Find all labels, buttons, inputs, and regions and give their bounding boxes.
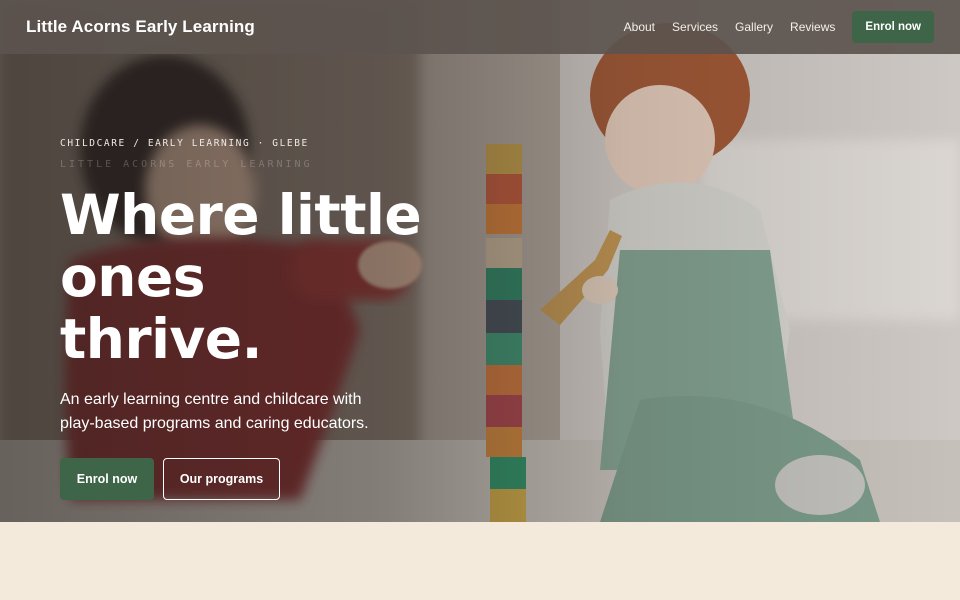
headline-line-2: thrive. bbox=[60, 307, 262, 371]
enrol-now-button[interactable]: Enrol now bbox=[60, 458, 154, 500]
site-header: Little Acorns Early Learning About Servi… bbox=[0, 0, 960, 54]
hero-ghost-text: LITTLE ACORNS EARLY LEARNING bbox=[60, 159, 313, 170]
our-programs-button[interactable]: Our programs bbox=[163, 458, 280, 500]
next-section bbox=[0, 522, 960, 600]
main-nav: About Services Gallery Reviews Enrol now bbox=[607, 11, 934, 43]
nav-link-about[interactable]: About bbox=[624, 20, 655, 34]
hero-headline: Where little ones thrive. bbox=[60, 184, 580, 370]
nav-link-gallery[interactable]: Gallery bbox=[735, 20, 773, 34]
nav-link-services[interactable]: Services bbox=[672, 20, 718, 34]
hero-subtitle: An early learning centre and childcare w… bbox=[60, 391, 369, 432]
hero-section: CHILDCARE / EARLY LEARNING · GLEBE LITTL… bbox=[0, 0, 960, 522]
brand-logo[interactable]: Little Acorns Early Learning bbox=[26, 17, 255, 37]
headline-line-1: Where little ones bbox=[60, 183, 422, 309]
hero-buttons: Enrol now Our programs bbox=[60, 458, 580, 500]
hero-content: CHILDCARE / EARLY LEARNING · GLEBE LITTL… bbox=[60, 138, 580, 500]
header-enrol-button[interactable]: Enrol now bbox=[852, 11, 934, 43]
hero-eyebrow: CHILDCARE / EARLY LEARNING · GLEBE bbox=[60, 138, 309, 149]
nav-link-reviews[interactable]: Reviews bbox=[790, 20, 835, 34]
